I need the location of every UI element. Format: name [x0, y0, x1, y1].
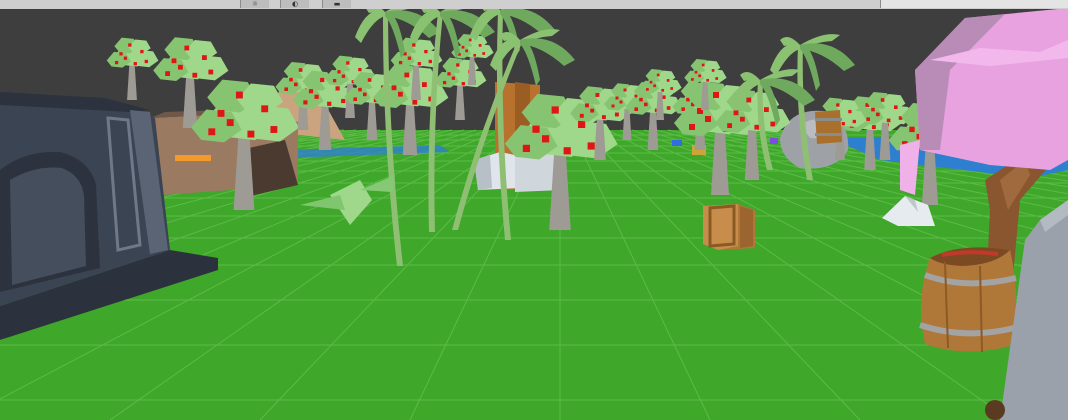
barrel[interactable]: [919, 247, 1017, 353]
effects-icon: ◐: [291, 0, 299, 8]
camera-icon: ▬: [333, 0, 341, 8]
gizmo-button[interactable]: ☼: [240, 0, 269, 8]
floor-gizmo: [985, 400, 1005, 420]
scene-viewport[interactable]: ☼ ◐ ▬: [0, 0, 1068, 420]
camera-button[interactable]: ▬: [322, 0, 351, 8]
distant-barrel[interactable]: [815, 110, 842, 144]
gizmo-icon: ☼: [251, 0, 259, 8]
crate[interactable]: [703, 204, 755, 250]
effects-button[interactable]: ◐: [280, 0, 309, 8]
search-field[interactable]: [880, 0, 1068, 8]
scene-canvas[interactable]: [0, 9, 1068, 420]
purple-marker: [770, 138, 778, 144]
blue-marker: [672, 140, 682, 146]
